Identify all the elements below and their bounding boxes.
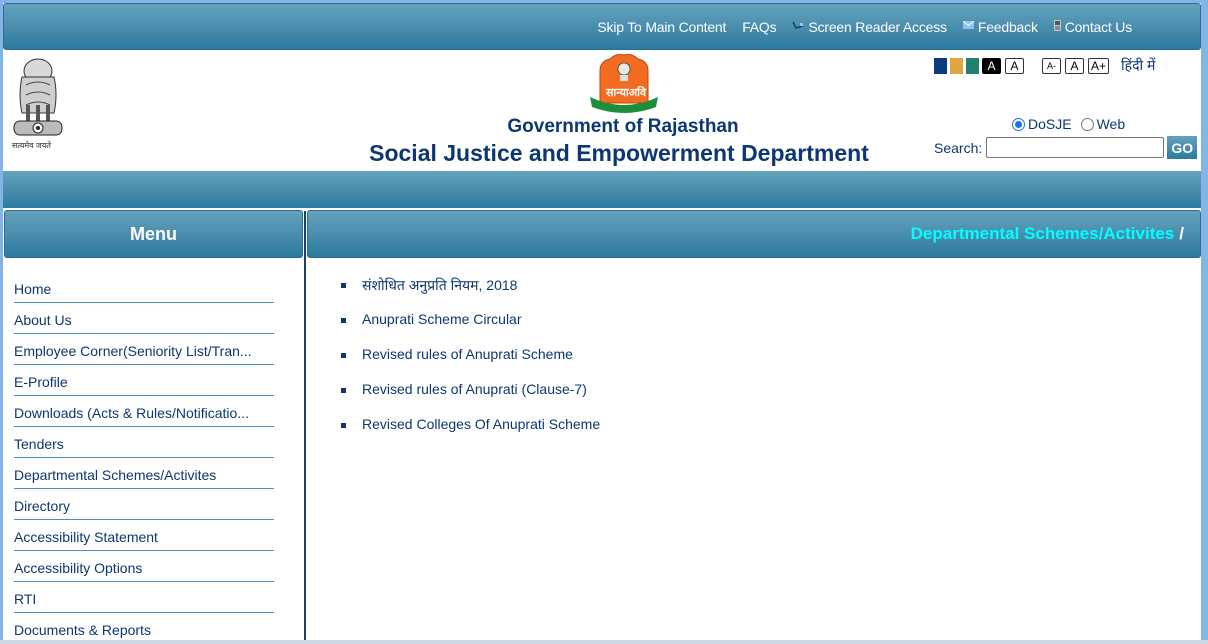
accessibility-toolbar: A A A- A A+ हिंदी में — [934, 56, 1155, 75]
sidebar-item-tenders[interactable]: Tenders — [14, 427, 274, 458]
mail-icon — [962, 20, 975, 32]
web-radio-label: Web — [1096, 116, 1126, 132]
logo-text: सान्याअवि — [606, 87, 647, 99]
bullet-icon — [341, 283, 346, 288]
page: Skip To Main Content FAQs Screen Reader … — [3, 3, 1201, 644]
document-link[interactable]: Revised Colleges Of Anuprati Scheme — [362, 416, 600, 432]
link-label: FAQs — [742, 18, 777, 35]
increase-font-button[interactable]: A+ — [1088, 57, 1110, 74]
sidebar-item-rti[interactable]: RTI — [14, 582, 274, 613]
theme-orange-button[interactable] — [950, 57, 963, 74]
web-radio[interactable] — [1080, 117, 1094, 131]
bullet-icon — [341, 318, 346, 323]
link-label: Feedback — [977, 18, 1038, 35]
document-link[interactable]: Anuprati Scheme Circular — [362, 311, 522, 327]
dosje-radio[interactable] — [1012, 117, 1025, 131]
link-label: Skip To Main Content — [597, 18, 727, 35]
document-link[interactable]: संशोधित अनुप्रति नियम, 2018 — [362, 276, 517, 295]
decrease-font-button[interactable]: A- — [1042, 57, 1061, 74]
sidebar-item-accessibility-statement[interactable]: Accessibility Statement — [14, 520, 274, 551]
screen-reader-icon — [792, 20, 804, 33]
scheme-document-list: संशोधित अनुप्रति नियम, 2018 Anuprati Sch… — [341, 276, 600, 451]
search-label: Search: — [934, 139, 983, 156]
bullet-icon — [341, 423, 346, 428]
sidebar-menu: Home About Us Employee Corner(Seniority … — [14, 272, 274, 644]
sidebar-item-accessibility-options[interactable]: Accessibility Options — [14, 551, 274, 582]
document-link[interactable]: Revised rules of Anuprati (Clause-7) — [362, 381, 587, 397]
theme-blue-button[interactable] — [934, 57, 947, 74]
search-form: Search: GO — [934, 136, 1198, 159]
sidebar-item-departmental-schemes[interactable]: Departmental Schemes/Activites — [14, 458, 274, 489]
breadcrumb-current[interactable]: Departmental Schemes/Activites — [911, 224, 1175, 244]
sidebar-item-about-us[interactable]: About Us — [14, 303, 274, 334]
menu-divider — [304, 211, 306, 644]
dosje-radio-label: DoSJE — [1028, 116, 1072, 132]
department-logo: सान्याअवि — [586, 53, 662, 115]
bullet-icon — [341, 353, 346, 358]
screen-reader-access-link[interactable]: Screen Reader Access — [792, 18, 947, 35]
list-item: संशोधित अनुप्रति नियम, 2018 — [341, 276, 600, 311]
link-label: Screen Reader Access — [808, 18, 947, 35]
breadcrumb: Departmental Schemes/Activites / — [307, 210, 1201, 258]
document-link[interactable]: Revised rules of Anuprati Scheme — [362, 346, 573, 362]
list-item: Revised Colleges Of Anuprati Scheme — [341, 416, 600, 451]
high-contrast-button[interactable]: A — [982, 57, 1001, 74]
list-item: Anuprati Scheme Circular — [341, 311, 600, 346]
faqs-link[interactable]: FAQs — [742, 19, 776, 35]
breadcrumb-separator: / — [1179, 224, 1184, 243]
theme-green-button[interactable] — [966, 57, 979, 74]
horizontal-scrollbar[interactable] — [0, 640, 1208, 644]
menu-header: Menu — [4, 210, 303, 258]
list-item: Revised rules of Anuprati Scheme — [341, 346, 600, 381]
phone-icon — [1053, 19, 1061, 34]
skip-to-main-content-link[interactable]: Skip To Main Content — [597, 19, 726, 35]
normal-contrast-button[interactable]: A — [1005, 57, 1024, 74]
sidebar-item-directory[interactable]: Directory — [14, 489, 274, 520]
sidebar-item-e-profile[interactable]: E-Profile — [14, 365, 274, 396]
search-input[interactable] — [986, 137, 1165, 158]
reset-font-button[interactable]: A — [1065, 57, 1084, 74]
sidebar-item-home[interactable]: Home — [14, 272, 274, 303]
navigation-bar — [3, 171, 1201, 208]
feedback-link[interactable]: Feedback — [962, 18, 1038, 35]
contact-us-link[interactable]: Contact Us — [1053, 18, 1132, 35]
top-utility-bar: Skip To Main Content FAQs Screen Reader … — [3, 3, 1201, 50]
link-label: Contact Us — [1064, 18, 1132, 35]
sidebar-item-employee-corner[interactable]: Employee Corner(Seniority List/Tran... — [14, 334, 274, 365]
bullet-icon — [341, 388, 346, 393]
sidebar-item-downloads[interactable]: Downloads (Acts & Rules/Notificatio... — [14, 396, 274, 427]
list-item: Revised rules of Anuprati (Clause-7) — [341, 381, 600, 416]
search-go-button[interactable]: GO — [1167, 136, 1198, 159]
search-scope-group: DoSJE Web — [1012, 116, 1125, 132]
hindi-language-link[interactable]: हिंदी में — [1121, 56, 1155, 75]
